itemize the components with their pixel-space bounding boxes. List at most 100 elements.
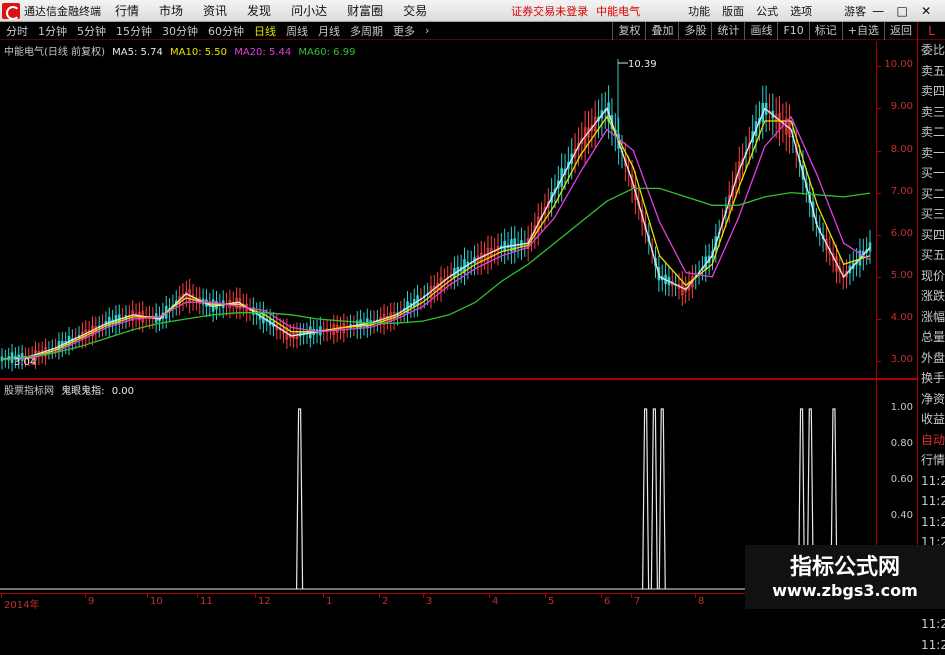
side-panel-item[interactable]: 11:28 bbox=[918, 614, 945, 635]
menu-item-ask[interactable]: 问小达 bbox=[291, 2, 327, 19]
price-tick: 4.00 bbox=[891, 312, 913, 323]
side-panel-item[interactable]: 买一 bbox=[918, 163, 945, 184]
side-panel-item[interactable]: 净资 bbox=[918, 389, 945, 410]
side-panel-item[interactable]: 委比 bbox=[918, 40, 945, 61]
indicator-tick: 1.00 bbox=[891, 402, 913, 413]
stock-legend: 中能电气(日线 前复权) bbox=[4, 47, 105, 58]
side-panel-item[interactable]: 11:27 bbox=[918, 491, 945, 512]
overlay-button[interactable]: 叠加 bbox=[645, 22, 678, 40]
side-panel-item[interactable]: 买五 bbox=[918, 245, 945, 266]
watermark-url: www.zbgs3.com bbox=[745, 581, 945, 600]
period-timeshare[interactable]: 分时 bbox=[6, 23, 28, 39]
indicator-legend: 股票指标网 鬼眼鬼指: 0.00 bbox=[4, 382, 138, 397]
draw-line-button[interactable]: 画线 bbox=[744, 22, 777, 40]
maximize-icon[interactable]: □ bbox=[890, 4, 914, 18]
app-logo-icon bbox=[2, 3, 20, 19]
side-panel-item[interactable]: 11:28 bbox=[918, 635, 945, 655]
statistics-button[interactable]: 统计 bbox=[711, 22, 744, 40]
price-tick-mark bbox=[877, 319, 881, 320]
close-icon[interactable]: ✕ bbox=[914, 4, 938, 18]
price-tick: 10.00 bbox=[884, 59, 913, 70]
ma-line-ma5 bbox=[2, 108, 870, 359]
side-panel-item[interactable]: 收益 bbox=[918, 409, 945, 430]
guest-label[interactable]: 游客 bbox=[844, 3, 866, 19]
date-tick: 4 bbox=[492, 596, 498, 607]
price-tick: 7.00 bbox=[891, 186, 913, 197]
kline-chart[interactable]: 中能电气(日线 前复权) MA5: 5.74 MA10: 5.50 MA20: … bbox=[0, 41, 876, 378]
side-panel-item[interactable]: 自动 bbox=[918, 430, 945, 451]
menu-layout[interactable]: 版面 bbox=[722, 3, 744, 19]
indicator-value: 0.00 bbox=[112, 386, 134, 397]
menu-item-discover[interactable]: 发现 bbox=[247, 2, 271, 19]
price-tick: 6.00 bbox=[891, 228, 913, 239]
side-panel-item[interactable]: 总量 bbox=[918, 327, 945, 348]
price-axis: 10.009.008.007.006.005.004.003.00 bbox=[876, 41, 917, 378]
ma-line-ma10 bbox=[2, 117, 870, 359]
price-tick-mark bbox=[877, 66, 881, 67]
period-60min[interactable]: 60分钟 bbox=[208, 23, 244, 39]
side-panel-item[interactable]: 买四 bbox=[918, 225, 945, 246]
side-panel-item[interactable]: 行情 bbox=[918, 450, 945, 471]
side-panel-item[interactable]: 11:27 bbox=[918, 512, 945, 533]
menu-item-news[interactable]: 资讯 bbox=[203, 2, 227, 19]
minimize-icon[interactable]: — bbox=[866, 4, 890, 18]
period-30min[interactable]: 30分钟 bbox=[162, 23, 198, 39]
side-panel-item[interactable]: 涨跌 bbox=[918, 286, 945, 307]
back-button[interactable]: 返回 bbox=[884, 22, 917, 40]
menu-item-trade[interactable]: 交易 bbox=[403, 2, 427, 19]
menu-item-market[interactable]: 市场 bbox=[159, 2, 183, 19]
side-panel-item[interactable]: 卖四 bbox=[918, 81, 945, 102]
side-panel-item[interactable]: 11:27 bbox=[918, 471, 945, 492]
f10-button[interactable]: F10 bbox=[777, 22, 808, 40]
login-notice[interactable]: 证券交易未登录 bbox=[511, 3, 588, 19]
period-weekly[interactable]: 周线 bbox=[286, 23, 308, 39]
add-watchlist-button[interactable]: +自选 bbox=[842, 22, 884, 40]
menu-options[interactable]: 选项 bbox=[790, 3, 812, 19]
period-toolbar: 分时 1分钟 5分钟 15分钟 30分钟 60分钟 日线 周线 月线 多周期 更… bbox=[0, 22, 917, 40]
period-5min[interactable]: 5分钟 bbox=[77, 23, 106, 39]
stock-name-link[interactable]: 中能电气 bbox=[596, 3, 640, 19]
side-panel-item[interactable]: 卖五 bbox=[918, 61, 945, 82]
legend-ma10: MA10: 5.50 bbox=[170, 47, 227, 58]
menu-function[interactable]: 功能 bbox=[688, 3, 710, 19]
side-panel-item[interactable]: 外盘 bbox=[918, 348, 945, 369]
date-tick: 2 bbox=[382, 596, 388, 607]
mark-button[interactable]: 标记 bbox=[809, 22, 842, 40]
price-tick: 5.00 bbox=[891, 270, 913, 281]
menu-item-quotes[interactable]: 行情 bbox=[115, 2, 139, 19]
side-panel-item[interactable]: 买三 bbox=[918, 204, 945, 225]
multi-stock-button[interactable]: 多股 bbox=[678, 22, 711, 40]
date-tick: 8 bbox=[698, 596, 704, 607]
side-panel-item[interactable]: 卖二 bbox=[918, 122, 945, 143]
period-15min[interactable]: 15分钟 bbox=[116, 23, 152, 39]
title-bar: 通达信金融终端 行情 市场 资讯 发现 问小达 财富圈 交易 证券交易未登录 中… bbox=[0, 0, 945, 22]
chevron-right-icon[interactable]: › bbox=[425, 24, 429, 37]
main-legend: 中能电气(日线 前复权) MA5: 5.74 MA10: 5.50 MA20: … bbox=[4, 43, 359, 58]
period-daily[interactable]: 日线 bbox=[254, 23, 276, 39]
indicator-spike bbox=[651, 409, 657, 589]
price-tick-mark bbox=[877, 193, 881, 194]
side-panel-item[interactable]: 卖一 bbox=[918, 143, 945, 164]
period-1min[interactable]: 1分钟 bbox=[38, 23, 67, 39]
side-panel-item[interactable]: 买二 bbox=[918, 184, 945, 205]
indicator-name: 鬼眼鬼指: bbox=[61, 386, 104, 397]
side-panel-toggle[interactable]: L bbox=[918, 22, 945, 40]
date-tick: 5 bbox=[548, 596, 554, 607]
toolbar-right: 复权 叠加 多股 统计 画线 F10 标记 +自选 返回 bbox=[612, 22, 917, 40]
period-multi[interactable]: 多周期 bbox=[350, 23, 383, 39]
indicator-source: 股票指标网 bbox=[4, 386, 54, 397]
indicator-tick: 0.40 bbox=[891, 510, 913, 521]
menu-item-wealth[interactable]: 财富圈 bbox=[347, 2, 383, 19]
low-price-label: 3.04 bbox=[14, 357, 36, 368]
menu-formula[interactable]: 公式 bbox=[756, 3, 778, 19]
date-tick: 12 bbox=[258, 596, 271, 607]
side-panel-item[interactable]: 换手 bbox=[918, 368, 945, 389]
period-more[interactable]: 更多 bbox=[393, 23, 415, 39]
legend-ma5: MA5: 5.74 bbox=[112, 47, 163, 58]
side-panel-item[interactable]: 现价 bbox=[918, 266, 945, 287]
side-panel-item[interactable]: 卖三 bbox=[918, 102, 945, 123]
period-monthly[interactable]: 月线 bbox=[318, 23, 340, 39]
legend-ma20: MA20: 5.44 bbox=[234, 47, 291, 58]
adjust-button[interactable]: 复权 bbox=[612, 22, 645, 40]
side-panel-item[interactable]: 涨幅 bbox=[918, 307, 945, 328]
